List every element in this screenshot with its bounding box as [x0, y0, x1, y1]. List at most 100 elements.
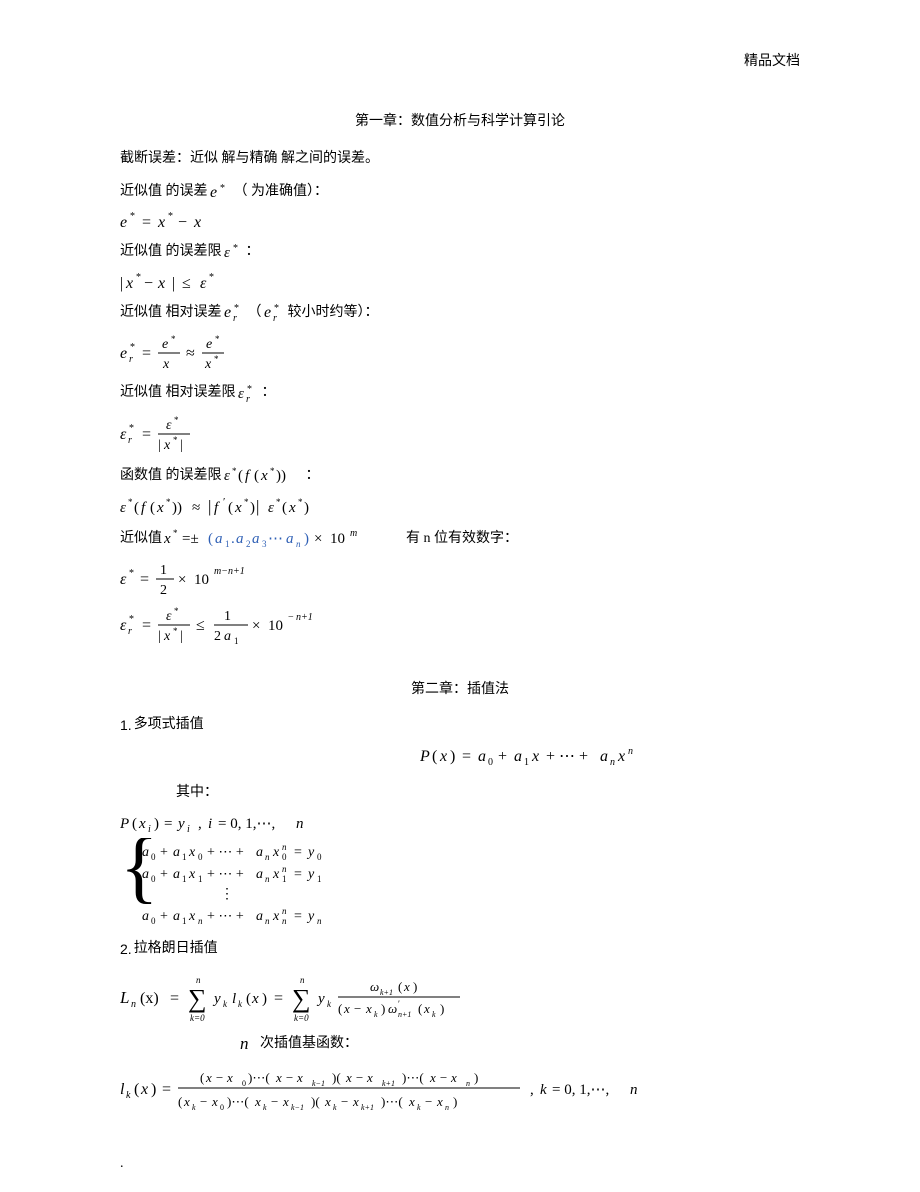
svg-text:x: x	[272, 867, 280, 882]
svg-text:.: .	[231, 531, 235, 547]
svg-text:ε: ε	[120, 617, 127, 634]
svg-text:k: k	[327, 999, 332, 1009]
svg-text:): )	[154, 816, 159, 832]
svg-text:,: ,	[198, 816, 202, 832]
svg-text:ε: ε	[268, 500, 274, 516]
svg-text:0: 0	[317, 852, 322, 862]
svg-text:*: *	[247, 384, 252, 395]
svg-text:=: =	[142, 617, 151, 634]
svg-text:*: *	[171, 334, 176, 344]
svg-text:*: *	[174, 415, 179, 425]
formula-func-eps: ε * ( f ( x * )) ≈ | f ′ ( x * ) | ε * (…	[120, 496, 380, 520]
svg-text:e: e	[162, 337, 168, 352]
svg-text:x: x	[163, 438, 171, 453]
svg-text:x: x	[439, 748, 447, 765]
svg-text:|: |	[158, 629, 161, 644]
svg-text:(: (	[134, 500, 139, 516]
svg-text:n: n	[198, 916, 203, 926]
line-relative-error: 近似值 相对误差 e r * （ e r * 较小时约等）：	[120, 300, 800, 327]
text: 函数值 的误差限	[120, 463, 222, 490]
svg-text:0: 0	[220, 1103, 224, 1112]
svg-text:f: f	[214, 500, 220, 516]
svg-text:x: x	[193, 214, 201, 231]
formula-e-equals: e * = x * − x	[120, 211, 240, 233]
svg-text:)⋯(: )⋯(	[227, 1094, 249, 1109]
svg-text:(: (	[338, 1001, 342, 1016]
svg-text:n+1: n+1	[296, 612, 313, 623]
formula-epsr-bound: ε r * = ε * | x * | ≤ 1 2 a 1 × 10 − n+1	[120, 604, 380, 648]
svg-text:(: (	[398, 979, 402, 994]
svg-text:*: *	[130, 211, 135, 222]
svg-text:k: k	[540, 1082, 547, 1098]
svg-text:⋯: ⋯	[268, 531, 283, 547]
svg-text:e: e	[224, 304, 231, 321]
header-brand: 精品文档	[744, 50, 800, 70]
svg-text:n: n	[282, 842, 287, 852]
svg-text:(: (	[246, 991, 251, 1007]
svg-text:*: *	[136, 272, 141, 283]
svg-text:x: x	[352, 1094, 359, 1109]
formula-er: e r * = e * x ≈ e * x *	[120, 332, 270, 374]
svg-text:ε: ε	[166, 609, 172, 624]
svg-text:(x): (x)	[140, 990, 159, 1007]
svg-text:=: =	[274, 990, 283, 1007]
symbol-er-star: e r *	[224, 303, 246, 323]
svg-text:)⋯(: )⋯(	[248, 1070, 270, 1085]
text: （ 为准确值）：	[234, 179, 329, 206]
formula-abs-bound: | x * − x | ≤ ε *	[120, 272, 260, 294]
svg-text:n: n	[466, 1079, 470, 1088]
svg-text:|: |	[256, 497, 259, 516]
formula-epsr: ε r * = ε * | x * |	[120, 413, 230, 457]
svg-text:3: 3	[262, 539, 267, 549]
svg-text:a: a	[478, 748, 486, 765]
svg-text:(: (	[254, 468, 259, 484]
svg-text:ω: ω	[370, 979, 379, 994]
text: （	[248, 300, 262, 327]
svg-text:k: k	[374, 1010, 378, 1019]
svg-text:r: r	[129, 354, 133, 365]
svg-text:=: =	[142, 426, 151, 443]
svg-text:k: k	[126, 1090, 131, 1101]
svg-text:−: −	[178, 214, 187, 231]
svg-text:i: i	[187, 824, 190, 834]
svg-text:x: x	[140, 1081, 148, 1098]
svg-text:≈: ≈	[186, 345, 195, 362]
svg-text:*: *	[215, 334, 220, 344]
text: 近似值 相对误差限	[120, 380, 236, 407]
basis-label: 次插值基函数：	[260, 1031, 358, 1058]
svg-text:k: k	[333, 1103, 337, 1112]
footer-dot: .	[120, 1156, 124, 1172]
svg-text:L: L	[120, 988, 129, 1007]
section-lagrange: 2. 拉格朗日插值	[120, 936, 800, 963]
svg-text:y: y	[306, 867, 315, 882]
text: 近似值 的误差	[120, 179, 208, 206]
text: ：	[246, 239, 260, 266]
svg-text:*: *	[173, 435, 178, 445]
svg-text:x: x	[260, 468, 268, 484]
symbol-epsr-star: ε r *	[238, 384, 260, 404]
svg-text:0: 0	[151, 916, 156, 926]
svg-text:x: x	[531, 748, 539, 765]
svg-text:x: x	[324, 1094, 331, 1109]
svg-text:2: 2	[246, 539, 251, 549]
svg-text:*: *	[214, 354, 219, 364]
svg-text:ε: ε	[120, 426, 127, 443]
svg-text:n: n	[630, 1082, 638, 1098]
svg-text:e: e	[206, 337, 212, 352]
svg-text:a: a	[142, 845, 149, 860]
section-label: 多项式插值	[134, 712, 204, 739]
svg-text:k: k	[238, 999, 243, 1009]
svg-text:n: n	[265, 874, 270, 884]
svg-text:P: P	[120, 816, 129, 832]
svg-text:ε: ε	[224, 245, 230, 261]
svg-text:y: y	[212, 991, 221, 1007]
svg-text:i: i	[208, 816, 212, 832]
svg-text:−: −	[271, 1094, 278, 1109]
svg-text:*: *	[128, 497, 133, 507]
svg-text:10: 10	[330, 531, 345, 547]
svg-text:*: *	[130, 342, 135, 353]
svg-text:1: 1	[317, 874, 322, 884]
svg-text:0: 0	[488, 757, 493, 768]
line-relative-error-bound: 近似值 相对误差限 ε r * ：	[120, 380, 800, 407]
section-num: 1.	[120, 712, 132, 739]
